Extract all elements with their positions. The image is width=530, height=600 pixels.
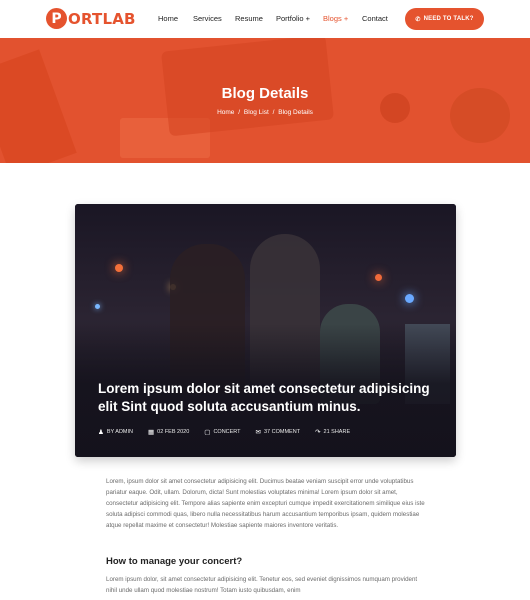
breadcrumb: Home / Blog List / Blog Details: [0, 109, 530, 116]
nav-services[interactable]: Services: [193, 14, 222, 23]
logo-mark: P: [46, 8, 67, 29]
meta-date-text: 02 FEB 2020: [157, 429, 190, 435]
share-icon: ↷: [315, 429, 321, 436]
logo-text: ORTLAB: [68, 9, 136, 28]
breadcrumb-blog-list[interactable]: Blog List: [244, 109, 269, 116]
breadcrumb-current: Blog Details: [278, 109, 313, 116]
page-title: Blog Details: [221, 85, 309, 102]
nav-contact[interactable]: Contact: [362, 14, 388, 23]
nav-resume[interactable]: Resume: [235, 14, 263, 23]
folder-icon: ▢: [204, 429, 211, 436]
bokeh-light: [375, 274, 382, 281]
calendar-icon: ▦: [148, 429, 155, 436]
page-hero: Blog Details Home / Blog List / Blog Det…: [0, 38, 530, 163]
bokeh-light: [95, 304, 100, 309]
post-paragraph: Lorem, ipsum dolor sit amet consectetur …: [106, 478, 425, 529]
bokeh-light: [405, 294, 414, 303]
breadcrumb-separator: /: [272, 109, 275, 116]
meta-category-text: CONCERT: [213, 429, 241, 435]
nav-home[interactable]: Home: [158, 14, 178, 23]
meta-category[interactable]: ▢ CONCERT: [204, 428, 240, 436]
post-title: Lorem ipsum dolor sit amet consectetur a…: [98, 381, 430, 414]
section-heading: How to manage your concert?: [106, 556, 243, 567]
bokeh-light: [115, 264, 123, 272]
logo[interactable]: P ORTLAB: [46, 8, 136, 29]
breadcrumb-separator: /: [238, 109, 241, 116]
comment-icon: ✉: [255, 429, 261, 436]
featured-post-image: Lorem ipsum dolor sit amet consectetur a…: [75, 204, 456, 457]
hero-decoration: [0, 49, 77, 163]
meta-author-text: BY ADMIN: [106, 429, 134, 435]
breadcrumb-home[interactable]: Home: [217, 109, 234, 116]
meta-comments-text: 37 COMMENT: [264, 429, 301, 435]
nav-blogs[interactable]: Blogs +: [323, 14, 348, 23]
site-header: P ORTLAB Home Services Resume Portfolio …: [0, 0, 530, 38]
nav-portfolio[interactable]: Portfolio +: [276, 14, 310, 23]
user-icon: ♟: [98, 429, 104, 436]
meta-date: ▦ 02 FEB 2020: [148, 428, 189, 436]
meta-shares[interactable]: ↷ 21 SHARE: [315, 428, 350, 436]
post-paragraph: Lorem ipsum dolor, sit amet consectetur …: [106, 576, 418, 594]
meta-comments[interactable]: ✉ 37 COMMENT: [256, 428, 301, 436]
phone-icon: ✆: [415, 16, 421, 23]
meta-author[interactable]: ♟ BY ADMIN: [98, 428, 133, 436]
need-to-talk-button[interactable]: ✆ NEED TO TALK?: [405, 8, 484, 30]
cta-label: NEED TO TALK?: [423, 16, 474, 22]
meta-shares-text: 21 SHARE: [323, 429, 351, 435]
post-meta: ♟ BY ADMIN ▦ 02 FEB 2020 ▢ CONCERT ✉ 37 COMM…: [98, 428, 365, 436]
